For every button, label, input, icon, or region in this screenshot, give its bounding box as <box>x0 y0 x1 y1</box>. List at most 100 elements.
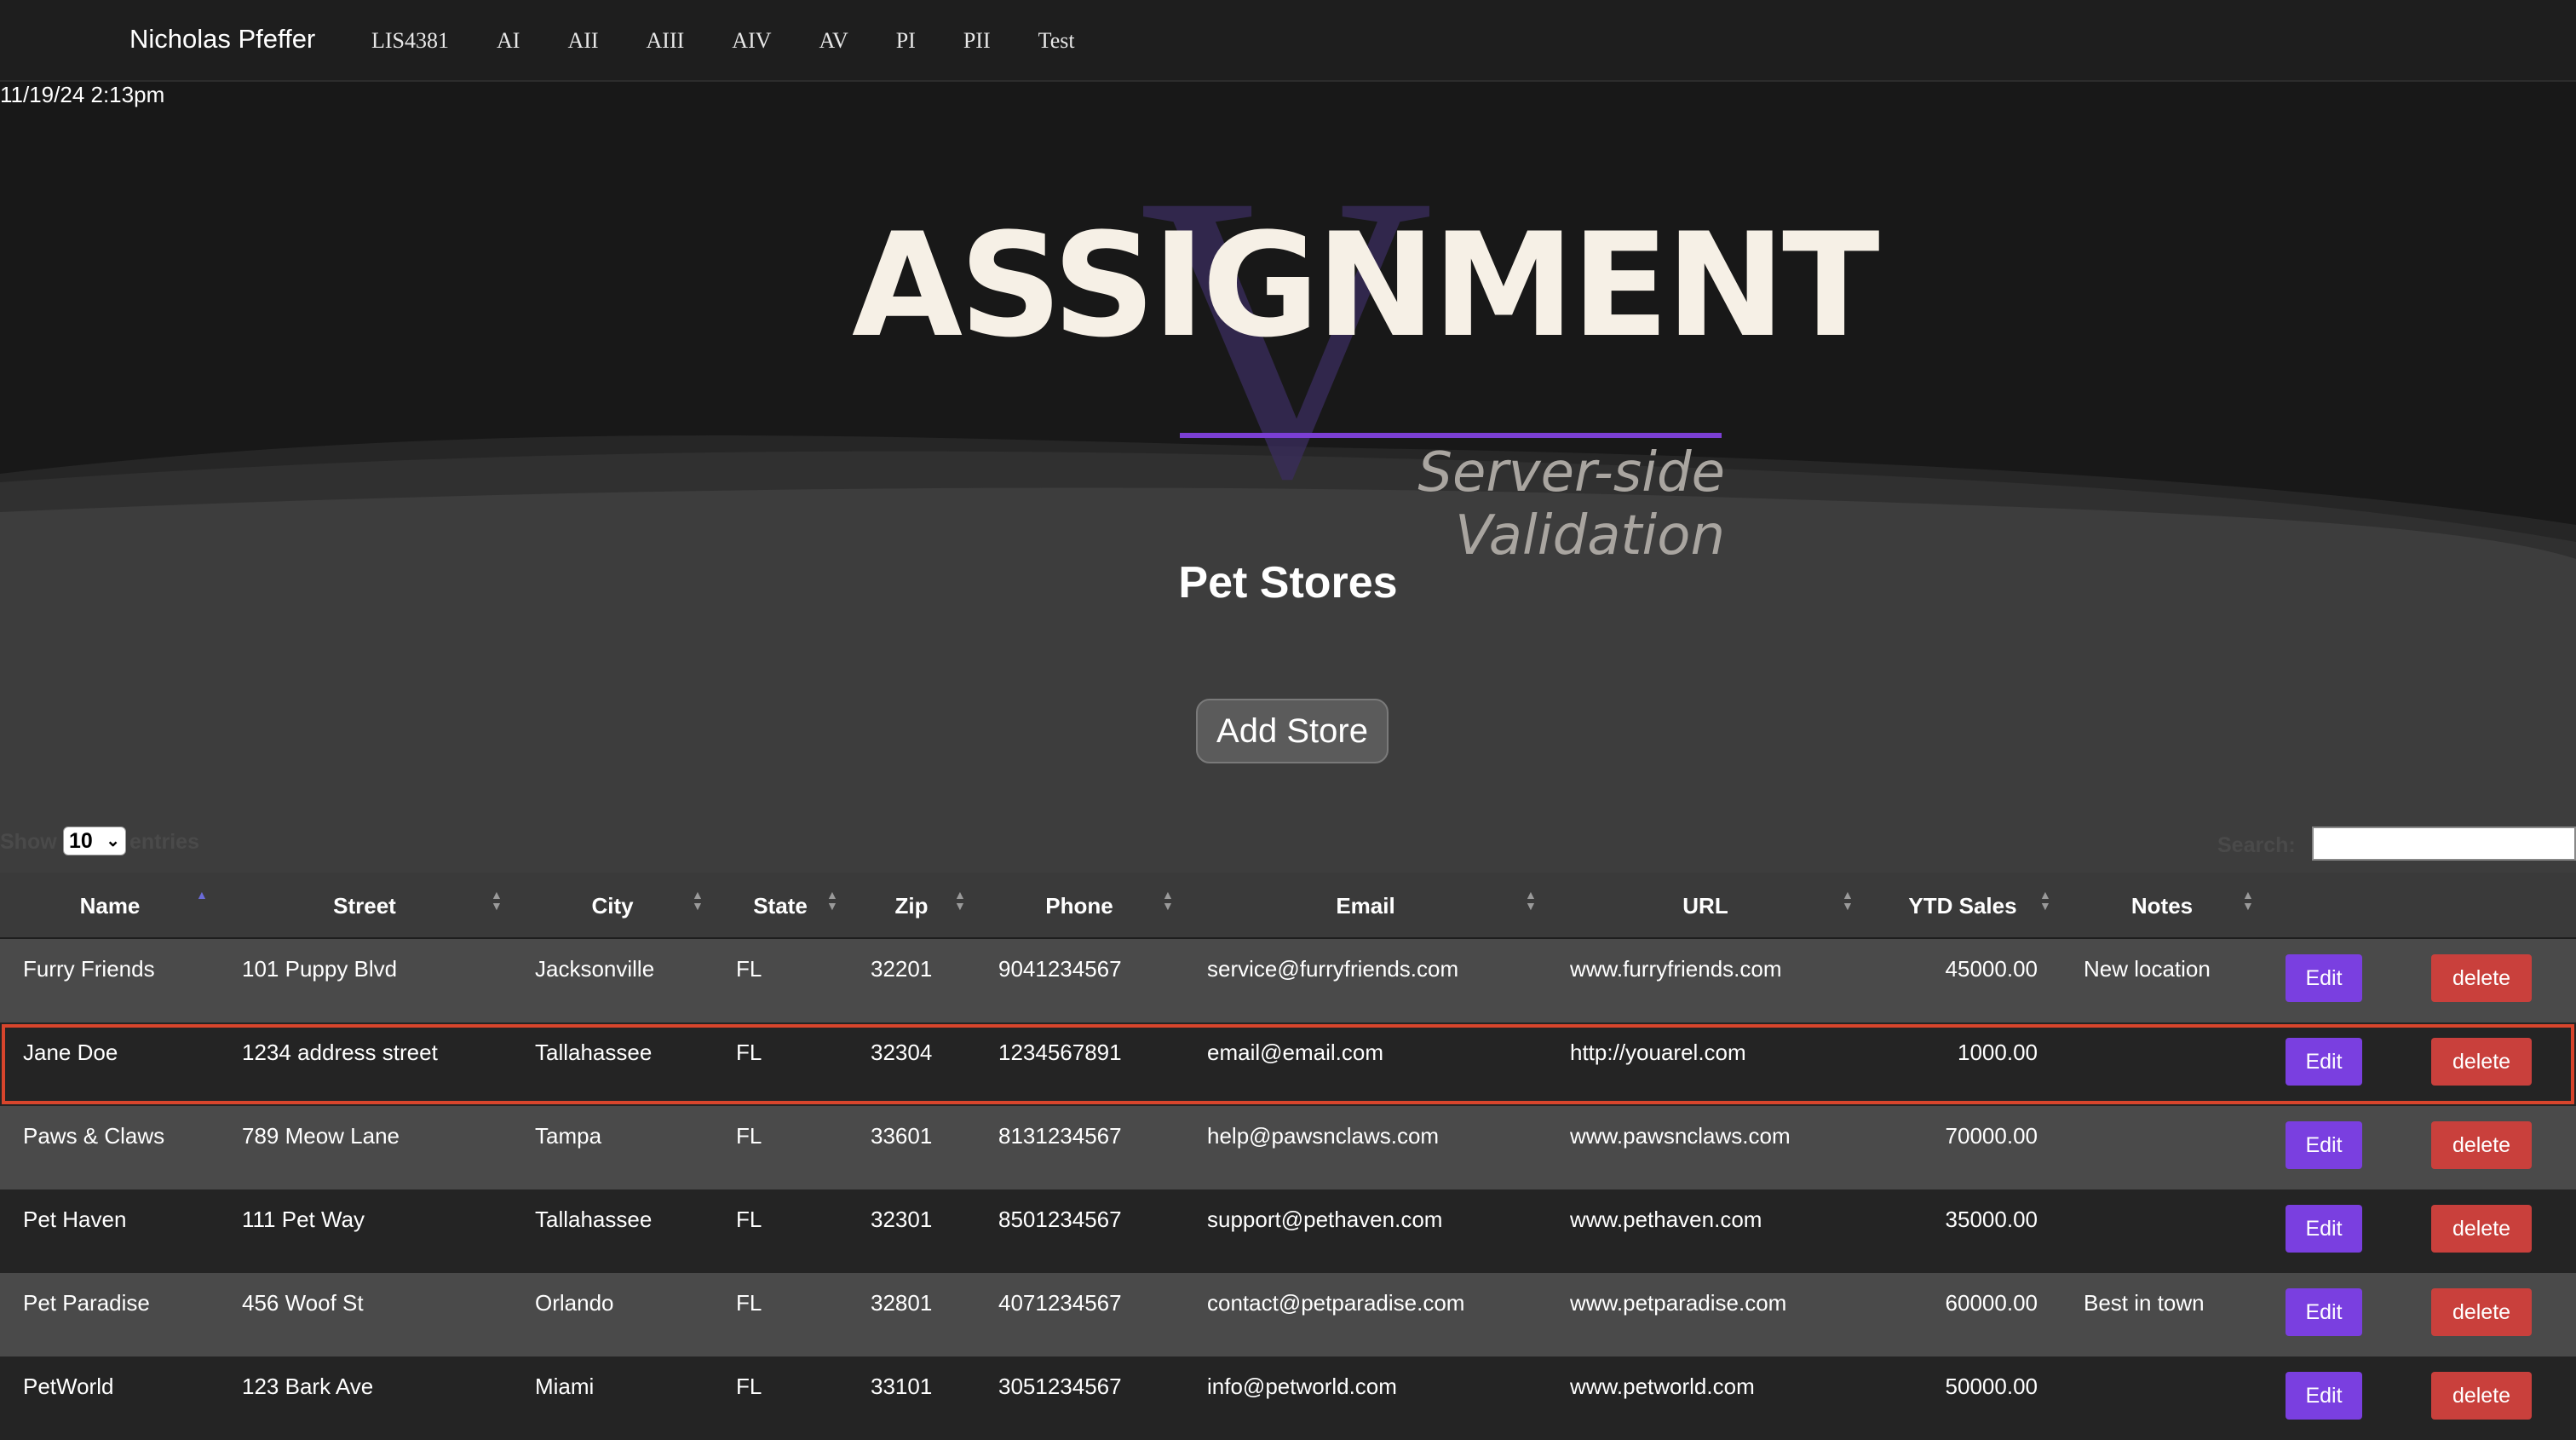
col-header-street[interactable]: Street <box>295 893 434 919</box>
cell-zip: 32801 <box>871 1290 933 1316</box>
cell-url: www.pethaven.com <box>1570 1207 1762 1232</box>
cell-ytd-sales: 60000.00 <box>1945 1290 2038 1316</box>
delete-button[interactable]: delete <box>2431 1121 2532 1169</box>
cell-zip: 32301 <box>871 1207 933 1232</box>
table-row[interactable]: PetWorld 123 Bark Ave Miami FL 33101 305… <box>0 1356 2576 1440</box>
col-header-name[interactable]: Name <box>0 893 220 919</box>
edit-button[interactable]: Edit <box>2286 1121 2362 1169</box>
col-header-phone[interactable]: Phone <box>1000 893 1159 919</box>
edit-button[interactable]: Edit <box>2286 1038 2362 1086</box>
delete-button[interactable]: delete <box>2431 954 2532 1002</box>
cell-name: Paws & Claws <box>23 1123 165 1149</box>
nav-link-aii[interactable]: AII <box>567 28 598 54</box>
sort-icon[interactable]: ▲▼ <box>1842 889 1854 912</box>
cell-city: Miami <box>535 1374 595 1399</box>
cell-phone: 4071234567 <box>998 1290 1122 1316</box>
edit-button[interactable]: Edit <box>2286 954 2362 1002</box>
col-header-ytd-sales[interactable]: YTD Sales <box>1888 893 2038 919</box>
cell-zip: 33601 <box>871 1123 933 1149</box>
edit-button[interactable]: Edit <box>2286 1205 2362 1253</box>
col-header-email[interactable]: Email <box>1210 893 1521 919</box>
cell-phone: 9041234567 <box>998 956 1122 982</box>
brand-link[interactable]: Nicholas Pfeffer <box>129 24 315 55</box>
cell-url: www.petparadise.com <box>1570 1290 1787 1316</box>
nav-link-test[interactable]: Test <box>1038 28 1075 54</box>
col-header-url[interactable]: URL <box>1573 893 1838 919</box>
cell-email: info@petworld.com <box>1207 1374 1397 1399</box>
delete-button[interactable]: delete <box>2431 1372 2532 1420</box>
cell-name: Pet Paradise <box>23 1290 150 1316</box>
cell-ytd-sales: 50000.00 <box>1945 1374 2038 1399</box>
sort-icon[interactable]: ▲▼ <box>1162 889 1174 912</box>
cell-street: 789 Meow Lane <box>242 1123 400 1149</box>
delete-button[interactable]: delete <box>2431 1205 2532 1253</box>
search-label: Search: <box>2217 833 2296 857</box>
cell-name: Pet Haven <box>23 1207 127 1232</box>
logo-title: ASSIGNMENT <box>852 202 1880 369</box>
navbar: Nicholas Pfeffer LIS4381 AI AII AIII AIV… <box>0 0 2576 82</box>
nav-link-pi[interactable]: PI <box>896 28 916 54</box>
cell-street: 456 Woof St <box>242 1290 364 1316</box>
cell-phone: 8501234567 <box>998 1207 1122 1232</box>
table-row[interactable]: Paws & Claws 789 Meow Lane Tampa FL 3360… <box>0 1106 2576 1189</box>
table-row[interactable]: Pet Haven 111 Pet Way Tallahassee FL 323… <box>0 1189 2576 1273</box>
cell-name: Jane Doe <box>23 1040 118 1065</box>
cell-city: Tallahassee <box>535 1040 653 1065</box>
cell-phone: 1234567891 <box>998 1040 1122 1065</box>
col-header-state[interactable]: State <box>738 893 823 919</box>
table-row[interactable]: Furry Friends 101 Puppy Blvd Jacksonvill… <box>0 939 2576 1022</box>
sort-icon[interactable]: ▲▼ <box>2242 889 2254 912</box>
delete-button[interactable]: delete <box>2431 1288 2532 1336</box>
cell-ytd-sales: 70000.00 <box>1945 1123 2038 1149</box>
edit-button[interactable]: Edit <box>2286 1288 2362 1336</box>
cell-phone: 8131234567 <box>998 1123 1122 1149</box>
show-label: Show <box>0 830 57 854</box>
sort-icon[interactable]: ▲▼ <box>692 889 704 912</box>
cell-state: FL <box>736 1207 762 1232</box>
nav-link-aiv[interactable]: AIV <box>732 28 771 54</box>
cell-phone: 3051234567 <box>998 1374 1122 1399</box>
sort-icon[interactable]: ▲▼ <box>196 889 208 912</box>
col-header-city[interactable]: City <box>537 893 688 919</box>
col-header-notes[interactable]: Notes <box>2085 893 2239 919</box>
sort-icon[interactable]: ▲▼ <box>826 889 838 912</box>
cell-email: email@email.com <box>1207 1040 1383 1065</box>
search-input[interactable] <box>2312 827 2576 861</box>
timestamp: 11/19/24 2:13pm <box>0 82 165 107</box>
cell-notes: New location <box>2084 956 2211 982</box>
nav-link-aiii[interactable]: AIII <box>647 28 685 54</box>
cell-ytd-sales: 1000.00 <box>1958 1040 2038 1065</box>
page-size-select[interactable]: 10 ⌄ <box>63 827 126 855</box>
cell-state: FL <box>736 1123 762 1149</box>
table-row[interactable]: Pet Paradise 456 Woof St Orlando FL 3280… <box>0 1273 2576 1356</box>
cell-name: Furry Friends <box>23 956 155 982</box>
nav-links: LIS4381 AI AII AIII AIV AV PI PII Test <box>371 28 1123 54</box>
nav-link-pii[interactable]: PII <box>963 28 991 54</box>
cell-name: PetWorld <box>23 1374 114 1399</box>
chevron-down-icon: ⌄ <box>106 832 120 850</box>
sort-icon[interactable]: ▲▼ <box>954 889 966 912</box>
cell-zip: 33101 <box>871 1374 933 1399</box>
cell-ytd-sales: 35000.00 <box>1945 1207 2038 1232</box>
add-store-button[interactable]: Add Store <box>1196 699 1389 763</box>
cell-zip: 32304 <box>871 1040 933 1065</box>
cell-city: Tallahassee <box>535 1207 653 1232</box>
cell-zip: 32201 <box>871 956 933 982</box>
stores-table: Name ▲▼ Street ▲▼ City ▲▼ State ▲▼ Zip ▲… <box>0 873 2576 1440</box>
cell-state: FL <box>736 1374 762 1399</box>
cell-notes: Best in town <box>2084 1290 2205 1316</box>
nav-link-ai[interactable]: AI <box>497 28 520 54</box>
logo-underline <box>1180 433 1722 438</box>
delete-button[interactable]: delete <box>2431 1038 2532 1086</box>
nav-link-av[interactable]: AV <box>819 28 848 54</box>
entries-label: entries <box>129 830 199 854</box>
col-header-zip[interactable]: Zip <box>872 893 951 919</box>
nav-link-lis4381[interactable]: LIS4381 <box>371 28 449 54</box>
sort-icon[interactable]: ▲▼ <box>2039 889 2051 912</box>
cell-city: Orlando <box>535 1290 614 1316</box>
edit-button[interactable]: Edit <box>2286 1372 2362 1420</box>
sort-icon[interactable]: ▲▼ <box>491 889 503 912</box>
cell-ytd-sales: 45000.00 <box>1945 956 2038 982</box>
table-row-selected[interactable]: Jane Doe 1234 address street Tallahassee… <box>0 1022 2576 1106</box>
sort-icon[interactable]: ▲▼ <box>1525 889 1537 912</box>
